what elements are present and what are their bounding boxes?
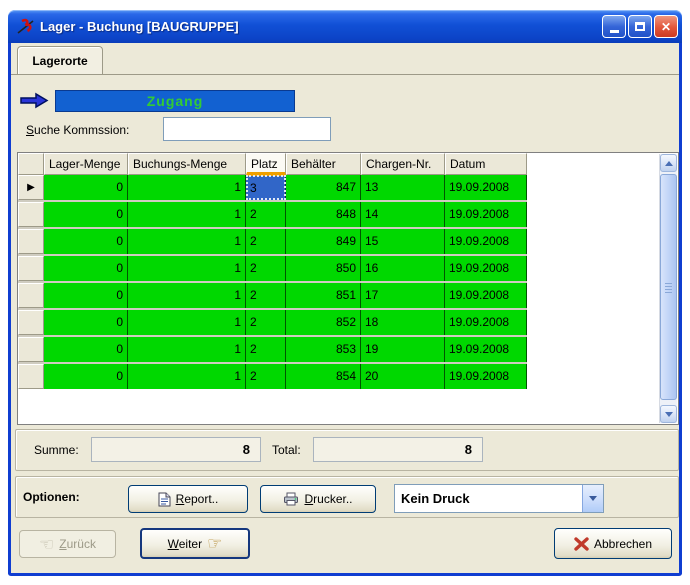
row-selector-cell[interactable]: ▶	[18, 175, 44, 200]
hand-left-icon: ☜	[39, 536, 54, 553]
maximize-button[interactable]	[628, 15, 652, 38]
row-selector-cell[interactable]	[18, 256, 44, 281]
app-logo-icon	[16, 18, 36, 36]
tab-lagerorte[interactable]: Lagerorte	[17, 46, 103, 74]
weiter-button[interactable]: Weiter ☞	[140, 528, 250, 559]
row-selector-cell[interactable]	[18, 310, 44, 335]
table-row[interactable]: 0 1 2 851 17 19.09.2008	[18, 283, 527, 308]
hand-right-icon: ☞	[207, 535, 222, 552]
table-row[interactable]: 0 1 2 854 20 19.09.2008	[18, 364, 527, 389]
druck-select-value: Kein Druck	[395, 491, 582, 506]
cancel-x-icon	[574, 537, 589, 551]
table-row[interactable]: ▶ 0 1 3 847 13 19.09.2008	[18, 175, 527, 200]
row-selector-cell[interactable]	[18, 283, 44, 308]
search-input[interactable]	[163, 117, 331, 141]
table-header: Lager-Menge Buchungs-Menge Platz Behälte…	[18, 153, 527, 175]
options-label: Optionen:	[23, 490, 80, 504]
zurueck-button: ☜ Zurück	[19, 530, 116, 558]
report-button-label: Report..	[176, 492, 219, 506]
abbrechen-button-label: Abbrechen	[594, 537, 652, 551]
column-header-lager-menge[interactable]: Lager-Menge	[44, 153, 128, 175]
direction-arrow-icon	[19, 92, 49, 109]
column-header-datum[interactable]: Datum	[445, 153, 527, 175]
dropdown-arrow-button[interactable]	[582, 485, 603, 512]
app-window: Lager - Buchung [BAUGRUPPE] ✕ Lagerorte …	[8, 10, 682, 576]
column-header-chargen-nr[interactable]: Chargen-Nr.	[361, 153, 445, 175]
zurueck-button-label: Zurück	[59, 537, 96, 551]
drucker-button[interactable]: Drucker..	[260, 485, 376, 513]
row-selector-cell[interactable]	[18, 229, 44, 254]
table-row[interactable]: 0 1 2 849 15 19.09.2008	[18, 229, 527, 254]
bookings-table: Lager-Menge Buchungs-Menge Platz Behälte…	[17, 152, 679, 425]
table-row[interactable]: 0 1 2 853 19 19.09.2008	[18, 337, 527, 362]
column-header-buchungs-menge[interactable]: Buchungs-Menge	[128, 153, 246, 175]
search-label: Suche Kommssion:	[26, 123, 129, 137]
options-panel: Optionen: Report.. Drucker.. Kein Druck	[15, 476, 679, 518]
window-title: Lager - Buchung [BAUGRUPPE]	[40, 19, 239, 34]
scroll-up-button[interactable]	[660, 154, 677, 172]
drucker-button-label: Drucker..	[304, 492, 352, 506]
row-selector-header	[18, 153, 44, 175]
column-header-platz[interactable]: Platz	[246, 153, 286, 175]
table-row[interactable]: 0 1 2 848 14 19.09.2008	[18, 202, 527, 227]
tab-strip: Lagerorte	[11, 43, 679, 75]
booking-type-label: Zugang	[147, 93, 204, 109]
druck-select[interactable]: Kein Druck	[394, 484, 604, 513]
scroll-down-button[interactable]	[660, 405, 677, 423]
column-header-behaelter[interactable]: Behälter	[286, 153, 361, 175]
titlebar[interactable]: Lager - Buchung [BAUGRUPPE] ✕	[8, 10, 682, 43]
summe-value-field: 8	[91, 437, 261, 462]
report-button[interactable]: Report..	[128, 485, 248, 513]
weiter-button-label: Weiter	[168, 537, 202, 551]
row-selector-cell[interactable]	[18, 337, 44, 362]
table-row[interactable]: 0 1 2 852 18 19.09.2008	[18, 310, 527, 335]
table-body: ▶ 0 1 3 847 13 19.09.2008 0 1 2 848 14 1…	[18, 175, 527, 389]
close-button[interactable]: ✕	[654, 15, 678, 38]
chevron-down-icon	[589, 496, 597, 501]
summe-label: Summe:	[34, 443, 79, 457]
minimize-button[interactable]	[602, 15, 626, 38]
total-label: Total:	[272, 443, 301, 457]
abbrechen-button[interactable]: Abbrechen	[554, 528, 672, 559]
printer-icon	[283, 492, 299, 506]
row-selector-cell[interactable]	[18, 202, 44, 227]
report-document-icon	[158, 492, 171, 507]
booking-type-banner: Zugang	[55, 90, 295, 112]
total-value-field: 8	[313, 437, 483, 462]
scrollbar-thumb[interactable]	[660, 174, 677, 400]
table-row[interactable]: 0 1 2 850 16 19.09.2008	[18, 256, 527, 281]
row-selector-cell[interactable]	[18, 364, 44, 389]
summary-panel: Summe: 8 Total: 8	[15, 429, 679, 471]
vertical-scrollbar[interactable]	[659, 154, 677, 423]
